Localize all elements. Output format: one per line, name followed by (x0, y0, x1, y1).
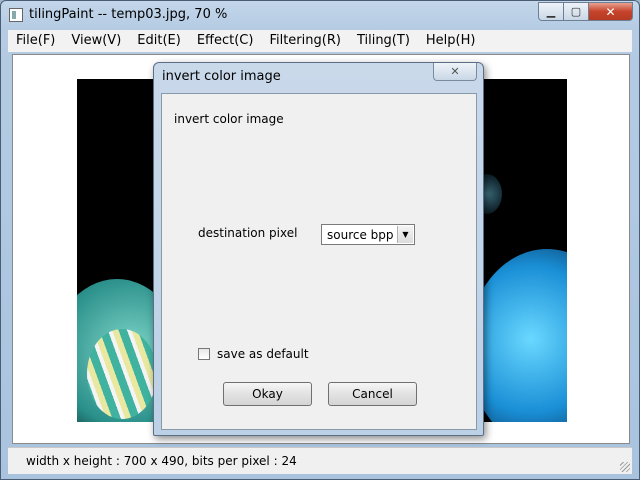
app-icon[interactable] (9, 8, 23, 22)
close-icon: ✕ (450, 65, 460, 78)
close-button[interactable]: ✕ (589, 2, 633, 21)
save-default-checkbox[interactable] (198, 348, 210, 360)
destination-format-value: source bpp (327, 228, 394, 242)
menu-file[interactable]: File(F) (8, 30, 63, 52)
menu-edit[interactable]: Edit(E) (129, 30, 189, 52)
destination-format-select[interactable]: source bpp ▼ (321, 224, 415, 245)
dialog-title: invert color image (162, 69, 281, 84)
minimize-icon: ▁ (546, 5, 556, 18)
dialog-body: invert color image destination pixel for… (161, 93, 477, 430)
dialog-close-button[interactable]: ✕ (433, 63, 477, 81)
maximize-button[interactable]: ▢ (564, 2, 589, 21)
menu-filtering[interactable]: Filtering(R) (261, 30, 348, 52)
window-title: tilingPaint -- temp03.jpg, 70 % (29, 7, 228, 22)
status-bar: width x height : 700 x 490, bits per pix… (8, 447, 632, 474)
menu-view[interactable]: View(V) (63, 30, 129, 52)
image-region-left-stripes (87, 329, 157, 419)
resize-grip-icon[interactable] (620, 462, 630, 472)
status-text: width x height : 700 x 490, bits per pix… (26, 454, 297, 468)
invert-color-dialog: invert color image ✕ invert color image … (153, 62, 484, 436)
dialog-description: invert color image (174, 112, 284, 126)
window-controls: ▁ ▢ ✕ (538, 2, 633, 21)
minimize-button[interactable]: ▁ (538, 2, 564, 21)
save-default-row[interactable]: save as default (198, 347, 309, 361)
cancel-button[interactable]: Cancel (328, 382, 417, 406)
menu-effect[interactable]: Effect(C) (189, 30, 262, 52)
menu-tiling[interactable]: Tiling(T) (349, 30, 418, 52)
okay-button[interactable]: Okay (223, 382, 312, 406)
maximize-icon: ▢ (570, 5, 582, 18)
menu-help[interactable]: Help(H) (418, 30, 484, 52)
menu-bar: File(F) View(V) Edit(E) Effect(C) Filter… (8, 30, 632, 52)
title-bar[interactable]: tilingPaint -- temp03.jpg, 70 % ▁ ▢ ✕ (1, 1, 639, 29)
close-icon: ✕ (605, 4, 616, 19)
destination-format-label: destination pixel format (198, 226, 298, 240)
chevron-down-icon[interactable]: ▼ (397, 226, 413, 243)
save-default-label[interactable]: save as default (217, 347, 309, 361)
